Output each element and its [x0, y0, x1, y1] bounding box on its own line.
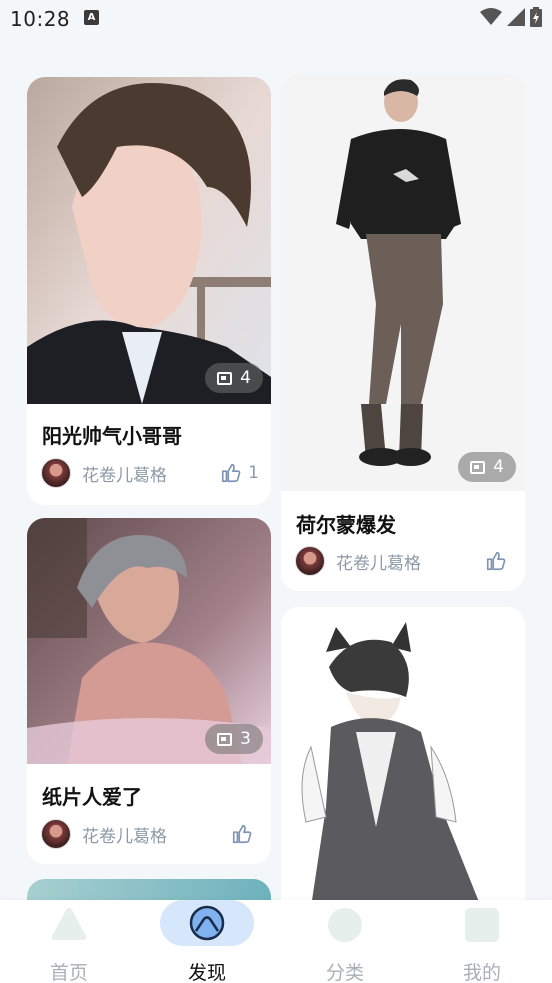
author-row: 花卷儿葛格 [295, 545, 513, 577]
thumbs-up-icon [222, 463, 241, 483]
nav-home[interactable]: 首页 [9, 900, 129, 983]
square-profile-icon [465, 908, 499, 942]
post-image[interactable] [27, 879, 271, 900]
author-avatar[interactable] [295, 546, 325, 576]
author-name[interactable]: 花卷儿葛格 [336, 549, 485, 574]
thumbs-up-icon [232, 824, 252, 844]
post-card[interactable] [27, 879, 271, 900]
like-button[interactable] [485, 550, 513, 572]
image-count-badge: 4 [458, 452, 516, 482]
gallery-icon [470, 460, 486, 474]
nav-label: 分类 [325, 962, 364, 983]
like-button[interactable] [231, 823, 259, 845]
post-card[interactable]: 4 阳光帅气小哥哥 花卷儿葛格 1 [27, 77, 271, 505]
bottom-navigation: 首页 发现 分类 我的 [0, 900, 552, 983]
post-image[interactable] [281, 74, 525, 491]
nav-category[interactable]: 分类 [285, 900, 405, 983]
post-card[interactable]: 4 荷尔蒙爆发 花卷儿葛格 [281, 74, 525, 591]
image-count: 3 [240, 729, 251, 749]
nav-discover[interactable]: 发现 [147, 900, 267, 983]
discover-icon [189, 905, 225, 941]
discover-feed[interactable]: 4 阳光帅气小哥哥 花卷儿葛格 1 4 荷尔蒙爆发 花卷儿葛格 3 纸片人爱了 … [0, 0, 552, 900]
discover-screen: 10:28 A 4 阳光帅气小哥哥 花卷儿葛格 1 4 荷尔蒙爆发 花卷儿葛格 … [0, 0, 552, 983]
nav-label: 首页 [49, 962, 88, 983]
nav-label: 发现 [187, 962, 226, 983]
gallery-icon [217, 371, 233, 385]
like-button[interactable]: 1 [220, 462, 259, 484]
author-avatar[interactable] [41, 458, 71, 488]
author-name[interactable]: 花卷儿葛格 [82, 822, 231, 847]
post-title: 纸片人爱了 [42, 785, 142, 809]
post-image[interactable] [27, 77, 271, 404]
nav-active-indicator [160, 900, 254, 946]
author-avatar[interactable] [41, 819, 71, 849]
author-row: 花卷儿葛格 1 [41, 457, 259, 489]
post-image[interactable] [281, 607, 525, 900]
post-title: 荷尔蒙爆发 [296, 513, 396, 537]
gallery-icon [217, 732, 233, 746]
post-card[interactable] [281, 607, 525, 900]
image-count: 4 [240, 368, 251, 388]
author-row: 花卷儿葛格 [41, 818, 259, 850]
nav-profile[interactable]: 我的 [422, 900, 542, 983]
triangle-home-icon [51, 908, 87, 940]
like-count: 1 [248, 463, 259, 483]
nav-label: 我的 [462, 962, 501, 983]
thumbs-up-icon [486, 551, 506, 571]
circle-category-icon [328, 908, 362, 942]
image-count-badge: 4 [205, 363, 263, 393]
author-name[interactable]: 花卷儿葛格 [82, 461, 220, 486]
post-title: 阳光帅气小哥哥 [42, 424, 182, 448]
image-count: 4 [493, 457, 504, 477]
post-card[interactable]: 3 纸片人爱了 花卷儿葛格 [27, 518, 271, 864]
image-count-badge: 3 [205, 724, 263, 754]
